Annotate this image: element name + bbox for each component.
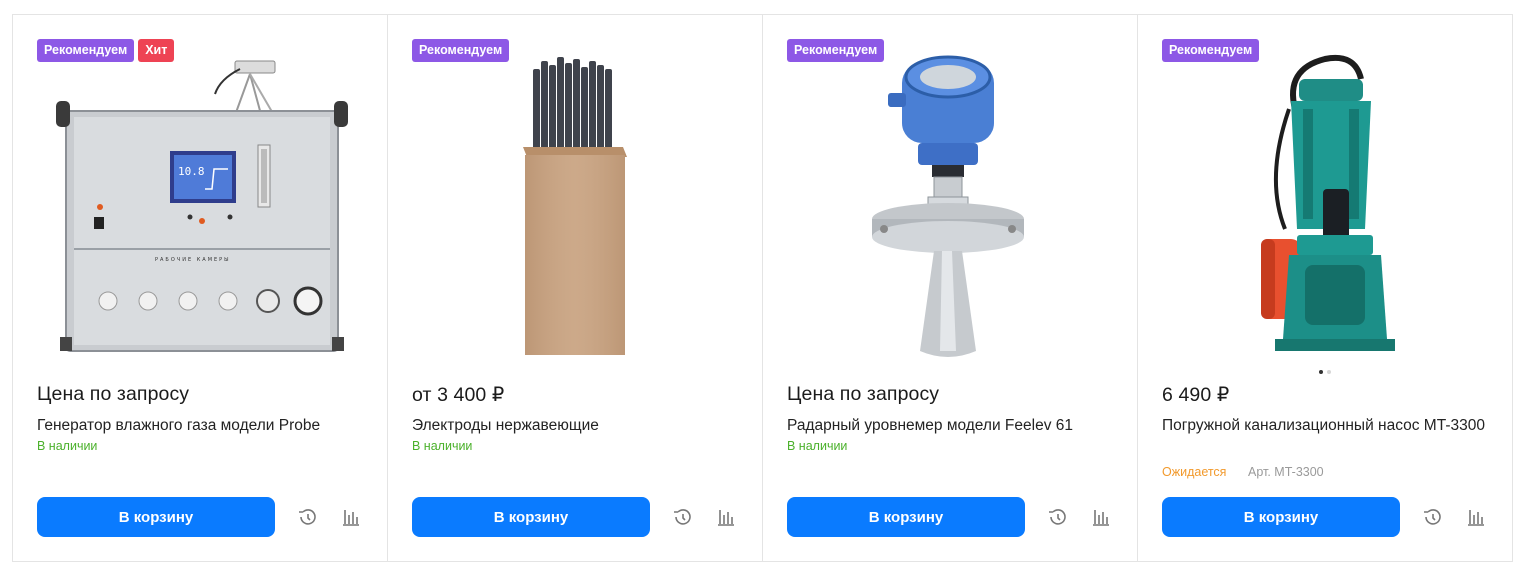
product-title[interactable]: Погружной канализационный насос MT-3300 — [1162, 413, 1488, 439]
stock-status: В наличии — [37, 439, 98, 453]
product-price: 6 490 ₽ — [1162, 384, 1230, 406]
badges: Рекомендуем — [1162, 39, 1260, 62]
compare-chart-icon[interactable] — [1089, 505, 1113, 529]
history-icon[interactable] — [1045, 505, 1069, 529]
badges: Рекомендуем — [412, 39, 510, 62]
badge-recommended: Рекомендуем — [1162, 39, 1260, 62]
badge-hit: Хит — [138, 39, 175, 62]
product-title[interactable]: Генератор влажного газа модели Probe — [37, 413, 363, 439]
product-title[interactable]: Электроды нержавеющие — [412, 413, 738, 439]
compare-chart-icon[interactable] — [714, 505, 738, 529]
product-card[interactable]: Рекомендуем — [388, 15, 763, 561]
pagination-dot[interactable] — [1319, 370, 1323, 374]
add-to-cart-button[interactable]: В корзину — [787, 497, 1025, 537]
product-image[interactable] — [1162, 39, 1488, 359]
product-price: Цена по запросу — [787, 383, 940, 405]
badge-recommended: Рекомендуем — [787, 39, 885, 62]
product-card[interactable]: Рекомендуем — [763, 15, 1138, 561]
product-card[interactable]: Рекомендуем — [1138, 15, 1512, 561]
badge-recommended: Рекомендуем — [37, 39, 135, 62]
add-to-cart-button[interactable]: В корзину — [37, 497, 275, 537]
stock-status: В наличии — [412, 439, 473, 453]
history-icon[interactable] — [1420, 505, 1444, 529]
history-icon[interactable] — [295, 505, 319, 529]
product-title[interactable]: Радарный уровнемер модели Feelev 61 — [787, 413, 1113, 439]
badges: Рекомендуем Хит — [37, 39, 175, 62]
product-image[interactable] — [787, 39, 1113, 359]
product-image[interactable]: 10.8 РАБОЧИЕ КАМЕРЫ — [37, 39, 363, 359]
product-image[interactable] — [412, 39, 738, 359]
svg-text:10.8: 10.8 — [178, 165, 205, 178]
stock-status: В наличии — [787, 439, 848, 453]
stock-status: Ожидается — [1162, 465, 1227, 479]
compare-chart-icon[interactable] — [1464, 505, 1488, 529]
product-card[interactable]: Рекомендуем Хит 10.8 РАБОЧИЕ КАМЕРЫ Цена… — [13, 15, 388, 561]
badges: Рекомендуем — [787, 39, 885, 62]
history-icon[interactable] — [670, 505, 694, 529]
product-grid: Рекомендуем Хит 10.8 РАБОЧИЕ КАМЕРЫ Цена… — [12, 14, 1513, 562]
add-to-cart-button[interactable]: В корзину — [412, 497, 650, 537]
image-pagination — [1138, 370, 1512, 374]
product-sku: Арт. MT-3300 — [1248, 465, 1324, 479]
compare-chart-icon[interactable] — [339, 505, 363, 529]
pagination-dot[interactable] — [1327, 370, 1331, 374]
add-to-cart-button[interactable]: В корзину — [1162, 497, 1400, 537]
badge-recommended: Рекомендуем — [412, 39, 510, 62]
product-price: Цена по запросу — [37, 383, 190, 405]
product-price: от 3 400 ₽ — [412, 384, 505, 406]
svg-text:РАБОЧИЕ КАМЕРЫ: РАБОЧИЕ КАМЕРЫ — [155, 257, 231, 263]
